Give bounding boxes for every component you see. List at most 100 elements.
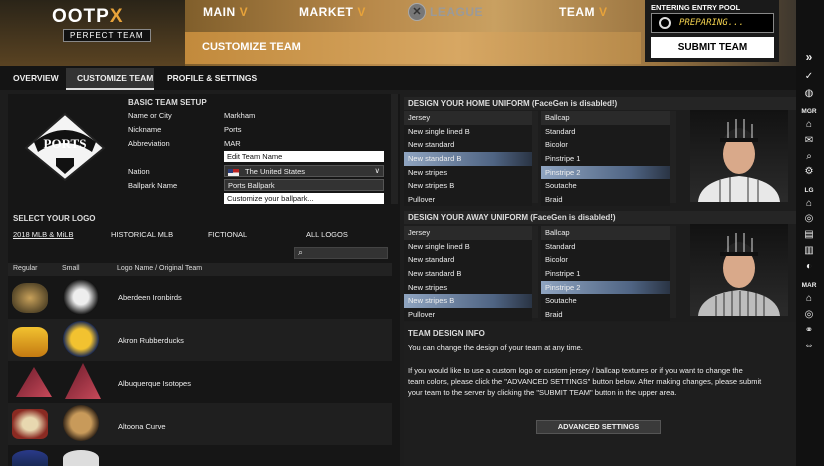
filter-historical[interactable]: HISTORICAL MLB [111, 230, 173, 239]
away-ballcap-scrollbar[interactable] [670, 226, 676, 318]
tab-customize-team[interactable]: CUSTOMIZE TEAM [77, 73, 153, 83]
ballcap-header: Ballcap [541, 226, 670, 240]
logo-name: Albuquerque Isotopes [118, 379, 191, 388]
list-item[interactable]: Soutache [541, 294, 670, 308]
col-regular: Regular [13, 265, 38, 272]
nation-select[interactable]: The United States ∨ [224, 165, 384, 177]
stats-icon[interactable]: ▥ [798, 245, 820, 256]
list-item[interactable]: New stripes [404, 166, 532, 180]
field-value-city: Markham [224, 111, 256, 120]
globe-icon[interactable]: ◍ [798, 88, 820, 99]
info-heading: TEAM DESIGN INFO [408, 329, 485, 338]
submit-team-button[interactable]: SUBMIT TEAM [651, 37, 774, 58]
nav-main[interactable]: MAIN V [203, 5, 248, 19]
list-item[interactable]: New stripes B [404, 179, 532, 193]
field-value-nickname: Ports [224, 125, 242, 134]
list-item-selected[interactable]: Pinstripe 2 [541, 165, 670, 180]
list-item[interactable]: Bicolor [541, 253, 670, 267]
league-home-icon[interactable]: ⌂ [798, 198, 820, 209]
list-item[interactable]: Pinstripe 1 [541, 267, 670, 281]
curve-small-logo [63, 405, 99, 441]
search-icon: ⌕ [298, 247, 304, 257]
mail-icon[interactable]: ✉ [798, 135, 820, 146]
tab-overview[interactable]: OVERVIEW [13, 73, 59, 83]
list-item[interactable]: New single lined B [404, 240, 532, 254]
advanced-settings-button[interactable]: ADVANCED SETTINGS [536, 420, 661, 434]
list-item-selected[interactable]: New stripes B [404, 294, 532, 309]
logo-name: Akron Rubberducks [118, 336, 184, 345]
news-icon[interactable]: ▤ [798, 229, 820, 240]
list-item[interactable]: Pinstripe 1 [541, 152, 670, 166]
chevron-down-icon: V [239, 5, 249, 19]
sidebar-label-mgr: MGR [801, 108, 817, 115]
list-item[interactable]: Braid [541, 308, 670, 322]
team-home-icon[interactable]: ⌂ [798, 293, 820, 304]
list-item[interactable]: New standard [404, 138, 532, 152]
ballpark-name-field[interactable]: Ports Ballpark [224, 179, 384, 191]
status-circle-icon [659, 17, 671, 29]
basic-setup-heading: BASIC TEAM SETUP [128, 98, 207, 107]
rubberducks-small-logo [63, 321, 99, 357]
list-item[interactable]: Pullover [404, 193, 532, 207]
list-item[interactable]: Pullover [404, 308, 532, 322]
list-item[interactable]: Standard [541, 240, 670, 254]
nav-market[interactable]: MARKET V [299, 5, 366, 19]
list-item-selected[interactable]: New standard B [404, 152, 532, 166]
team-logo-text: PORTS [44, 136, 87, 151]
col-small: Small [62, 265, 80, 272]
chevron-down-icon: V [357, 5, 366, 19]
list-item[interactable]: Standard [541, 125, 670, 139]
field-label-abbreviation: Abbreviation [128, 139, 170, 148]
target-icon[interactable]: ◎ [798, 213, 820, 224]
ballpark-label: Ballpark Name [128, 181, 178, 190]
field-value-abbreviation: MAR [224, 139, 241, 148]
home-uniform-heading: DESIGN YOUR HOME UNIFORM (FaceGen is dis… [404, 97, 796, 110]
filter-all-logos[interactable]: ALL LOGOS [306, 230, 348, 239]
baseball-icon[interactable]: ◐ [798, 261, 820, 272]
ironbirds-small-logo [63, 279, 99, 315]
home-jersey-scrollbar[interactable] [532, 111, 538, 203]
next-team-small-logo [63, 450, 99, 466]
curve-logo [12, 409, 48, 439]
list-item-selected[interactable]: Pinstripe 2 [541, 280, 670, 295]
setup-scrollbar[interactable] [391, 94, 398, 204]
search-icon[interactable]: ⌕ [798, 151, 820, 162]
next-team-logo [12, 450, 48, 466]
table-row[interactable] [8, 361, 392, 403]
list-item[interactable]: New standard [404, 253, 532, 267]
list-item[interactable]: Bicolor [541, 138, 670, 152]
list-item[interactable]: New stripes [404, 281, 532, 295]
customize-ballpark-button[interactable]: Customize your ballpark... [224, 193, 384, 204]
list-item[interactable]: Braid [541, 193, 670, 207]
filter-mlb-milb[interactable]: 2018 MLB & MiLB [13, 230, 73, 239]
logo-name: Aberdeen Ironbirds [118, 293, 182, 302]
nav-league[interactable]: LEAGUE [430, 5, 483, 19]
ironbirds-logo [12, 283, 48, 313]
filter-fictional[interactable]: FICTIONAL [208, 230, 247, 239]
away-ballcap-list: Ballcap Standard Bicolor Pinstripe 1 Pin… [541, 226, 670, 321]
link-icon[interactable]: ⚭ [798, 325, 820, 336]
away-jersey-scrollbar[interactable] [532, 226, 538, 318]
list-item[interactable]: Soutache [541, 179, 670, 193]
nav-team[interactable]: TEAM V [559, 5, 608, 19]
list-item[interactable]: New standard B [404, 267, 532, 281]
edit-team-name-button[interactable]: Edit Team Name [224, 151, 384, 162]
home-icon[interactable]: ⌂ [798, 119, 820, 130]
home-jersey-list: Jersey New single lined B New standard N… [404, 111, 532, 206]
info-line: your team to the server by clicking the … [408, 388, 677, 397]
info-line: team colors, please click the "ADVANCED … [408, 377, 762, 386]
select-logo-heading: SELECT YOUR LOGO [13, 214, 96, 223]
tab-profile-settings[interactable]: PROFILE & SETTINGS [167, 73, 257, 83]
logo-search-input[interactable]: ⌕ [294, 247, 388, 259]
logo-name: Altoona Curve [118, 422, 166, 431]
collapse-icon[interactable]: » [798, 50, 820, 64]
gear-icon[interactable]: ⚙ [798, 166, 820, 177]
brand-logo[interactable]: OOTPX [52, 6, 124, 28]
check-icon[interactable]: ✓ [798, 71, 820, 82]
team-target-icon[interactable]: ◎ [798, 309, 820, 320]
home-ballcap-scrollbar[interactable] [670, 111, 676, 203]
list-item[interactable]: New single lined B [404, 125, 532, 139]
sidebar-label-lg: LG [804, 187, 814, 194]
ballcap-header: Ballcap [541, 111, 670, 125]
transfer-icon[interactable]: ⇔ [798, 340, 820, 351]
